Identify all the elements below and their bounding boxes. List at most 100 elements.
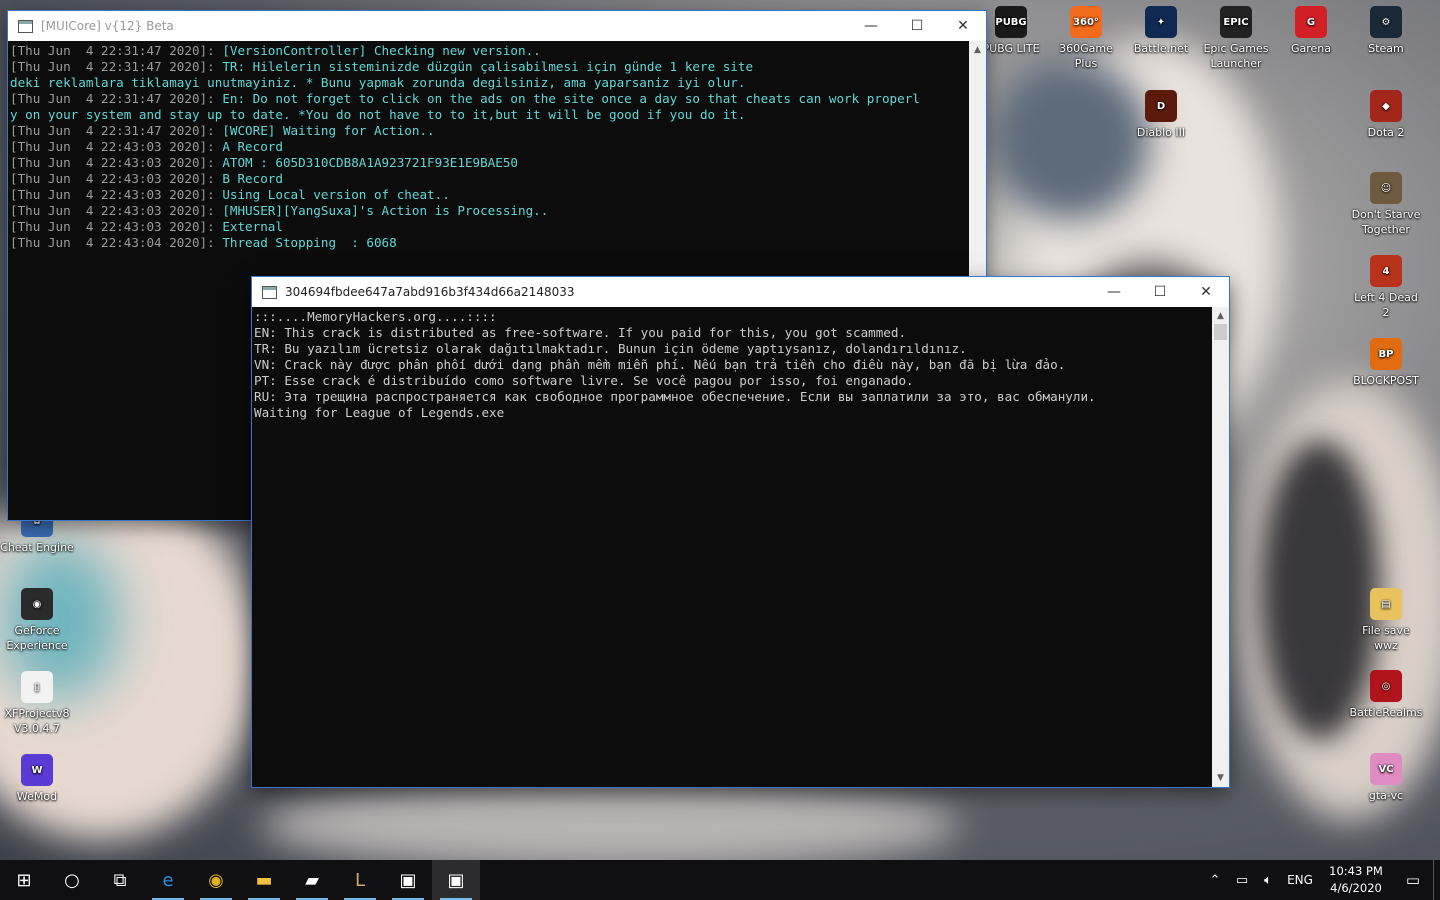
desktop-shortcut[interactable]: ✦ Battle.net (1124, 6, 1198, 56)
edge-taskbar-icon[interactable]: e (144, 860, 192, 900)
log-timestamp: [Thu Jun 4 22:43:03 2020]: (10, 219, 223, 234)
file-explorer-taskbar-icon[interactable]: ▬ (240, 860, 288, 900)
log-message: TR: Hilelerin sisteminizde düzgün çalisa… (222, 59, 754, 74)
log-timestamp: [Thu Jun 4 22:43:04 2020]: (10, 235, 223, 250)
scroll-up-icon[interactable]: ▲ (969, 41, 986, 58)
log-message: deki reklamlara tiklamayi unutmayiniz. *… (10, 75, 746, 90)
pubg-icon: PUBG (995, 6, 1027, 38)
desktop-shortcut[interactable]: W WeMod (0, 754, 74, 804)
console-line: [Thu Jun 4 22:43:04 2020]: Thread Stoppi… (10, 235, 968, 251)
desktop-shortcut[interactable]: ◉ GeForce Experience (0, 588, 74, 653)
desktop-shortcut[interactable]: D Diablo III (1124, 90, 1198, 140)
maximize-button[interactable]: ☐ (894, 11, 940, 41)
360game-icon: 360° (1070, 6, 1102, 38)
log-message: Using Local version of cheat.. (222, 187, 450, 202)
vertical-scrollbar[interactable]: ▲ (969, 41, 986, 279)
system-tray: ⌃ ▭ 🔈︎ ENG 10:43 PM 4/6/2020 ▭ (1201, 860, 1440, 900)
console-output[interactable]: :::....MemoryHackers.org....:::: EN: This… (252, 307, 1212, 787)
geforce-icon: ◉ (21, 588, 53, 620)
desktop-shortcut[interactable]: EPIC Epic Games Launcher (1199, 6, 1273, 71)
desktop-shortcut[interactable]: ▯ XFProjectv8 V3.0.4.7 (0, 671, 74, 736)
console-line: TR: Bu yazılım ücretsiz olarak dağıtılma… (254, 341, 967, 356)
desktop-shortcut[interactable]: G Garena (1274, 6, 1348, 56)
close-button[interactable]: ✕ (1183, 277, 1229, 307)
shortcut-label: Garena (1290, 42, 1332, 55)
console-line: [Thu Jun 4 22:31:47 2020]: [VersionContr… (10, 43, 968, 59)
console-line: VN: Crack này được phân phối dưới dạng p… (254, 357, 1066, 372)
console-line: [Thu Jun 4 22:31:47 2020]: En: Do not fo… (10, 91, 968, 107)
desktop-shortcut[interactable]: ☺ Don't Starve Together (1349, 172, 1423, 237)
shortcut-label: Cheat Engine (0, 541, 74, 554)
log-timestamp: [Thu Jun 4 22:43:03 2020]: (10, 187, 223, 202)
console-line: [Thu Jun 4 22:43:03 2020]: [MHUSER][Yang… (10, 203, 968, 219)
shortcut-label: Battle.net (1133, 42, 1189, 55)
left4dead-icon: 4 (1370, 255, 1402, 287)
shortcut-label: Steam (1368, 42, 1404, 55)
show-hidden-icons-icon[interactable]: ⌃ (1201, 860, 1229, 900)
notification-center-icon[interactable]: ▭ (1393, 860, 1433, 900)
shortcut-label: GeForce Experience (6, 624, 68, 652)
search-button[interactable]: ○ (48, 860, 96, 900)
chrome-taskbar-icon[interactable]: ◉ (192, 860, 240, 900)
log-timestamp: [Thu Jun 4 22:43:03 2020]: (10, 155, 223, 170)
console-line: [Thu Jun 4 22:31:47 2020]: TR: Hilelerin… (10, 59, 968, 75)
console-line: RU: Эта трещина распространяется как сво… (254, 389, 1096, 404)
log-message: [WCORE] Waiting for Action.. (222, 123, 435, 138)
log-message: External (222, 219, 283, 234)
close-button[interactable]: ✕ (940, 11, 986, 41)
volume-icon[interactable]: 🔈︎ (1255, 860, 1281, 900)
start-button[interactable]: ⊞ (0, 860, 48, 900)
console-line: :::....MemoryHackers.org....:::: (254, 309, 497, 324)
log-message: En: Do not forget to click on the ads on… (222, 91, 920, 106)
console-line: [Thu Jun 4 22:43:03 2020]: ATOM : 605D31… (10, 155, 968, 171)
shortcut-label: Epic Games Launcher (1203, 42, 1269, 70)
clock[interactable]: 10:43 PM 4/6/2020 (1325, 863, 1387, 897)
clock-time: 10:43 PM (1329, 864, 1383, 878)
minimize-button[interactable]: — (848, 11, 894, 41)
shortcut-label: Don't Starve Together (1351, 208, 1421, 236)
log-message: ATOM : 605D310CDB8A1A923721F93E1E9BAE50 (222, 155, 519, 170)
desktop-shortcut[interactable]: ◎ BattleRealms (1349, 670, 1423, 720)
task-view-button[interactable]: ⧉ (96, 860, 144, 900)
console-taskbar-icon-2[interactable]: ▣ (432, 860, 480, 900)
language-indicator[interactable]: ENG (1281, 860, 1319, 900)
log-message: [VersionController] Checking new version… (222, 43, 541, 58)
console-line: y on your system and stay up to date. *Y… (10, 107, 968, 123)
shortcut-label: WeMod (16, 790, 58, 803)
scroll-thumb[interactable] (1214, 324, 1227, 340)
maximize-button[interactable]: ☐ (1137, 277, 1183, 307)
window-titlebar[interactable]: 304694fbdee647a7abd916b3f434d66a2148033 … (252, 277, 1229, 307)
desktop-shortcut[interactable]: 4 Left 4 Dead 2 (1349, 255, 1423, 320)
minimize-button[interactable]: — (1091, 277, 1137, 307)
scroll-up-icon[interactable]: ▲ (1212, 307, 1229, 324)
desktop-shortcut[interactable]: ▤ File save wwz (1349, 588, 1423, 653)
shortcut-label: BLOCKPOST (1353, 374, 1419, 387)
vertical-scrollbar[interactable]: ▲ ▼ (1212, 307, 1229, 787)
scroll-down-icon[interactable]: ▼ (1212, 769, 1229, 786)
gta-vc-icon: VC (1370, 753, 1402, 785)
notes-taskbar-icon[interactable]: ▰ (288, 860, 336, 900)
console-taskbar-icon-1[interactable]: ▣ (384, 860, 432, 900)
clock-date: 4/6/2020 (1330, 881, 1382, 895)
console-line: [Thu Jun 4 22:43:03 2020]: Using Local v… (10, 187, 968, 203)
log-message: y on your system and stay up to date. *Y… (10, 107, 746, 122)
network-icon[interactable]: ▭ (1229, 860, 1255, 900)
desktop-shortcut[interactable]: BP BLOCKPOST (1349, 338, 1423, 388)
log-timestamp: [Thu Jun 4 22:31:47 2020]: (10, 43, 223, 58)
log-timestamp: [Thu Jun 4 22:43:03 2020]: (10, 139, 223, 154)
file-icon: ▯ (21, 671, 53, 703)
epic-games-icon: EPIC (1220, 6, 1252, 38)
crack-console-window[interactable]: 304694fbdee647a7abd916b3f434d66a2148033 … (252, 277, 1229, 787)
show-desktop-button[interactable] (1433, 860, 1440, 900)
desktop-shortcut[interactable]: ◆ Dota 2 (1349, 90, 1423, 140)
desktop-shortcut[interactable]: 360° 360Game Plus (1049, 6, 1123, 71)
garena-icon: G (1295, 6, 1327, 38)
console-line: [Thu Jun 4 22:43:03 2020]: B Record (10, 171, 968, 187)
log-timestamp: [Thu Jun 4 22:31:47 2020]: (10, 59, 223, 74)
window-titlebar[interactable]: [MUICore] v{12} Beta — ☐ ✕ (8, 11, 986, 41)
desktop-shortcut[interactable]: VC gta-vc (1349, 753, 1423, 803)
desktop-shortcut[interactable]: ⚙ Steam (1349, 6, 1423, 56)
league-taskbar-icon[interactable]: L (336, 860, 384, 900)
log-timestamp: [Thu Jun 4 22:31:47 2020]: (10, 123, 223, 138)
log-message: A Record (222, 139, 283, 154)
